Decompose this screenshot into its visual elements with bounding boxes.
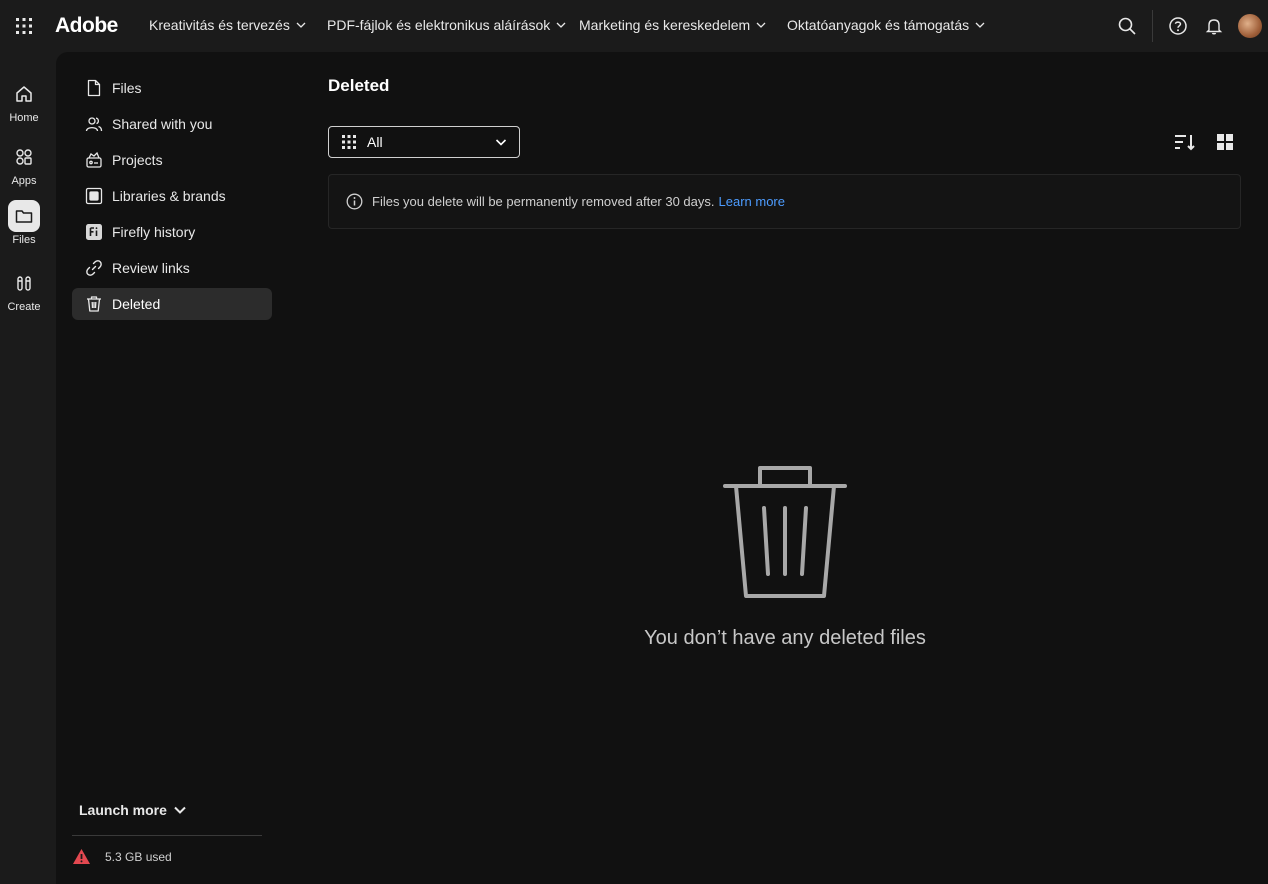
chevron-down-icon	[296, 22, 306, 28]
grid-dots-icon	[342, 135, 356, 149]
chevron-down-icon	[495, 139, 507, 146]
avatar[interactable]	[1238, 14, 1262, 38]
sidebar-item-label: Deleted	[112, 296, 161, 312]
sidebar-item-label: Projects	[112, 152, 163, 168]
large-trash-icon	[723, 466, 847, 598]
sidebar-item-firefly[interactable]: Firefly history	[72, 216, 272, 248]
chevron-down-icon	[556, 22, 566, 28]
sidebar-item-label: Review links	[112, 260, 190, 276]
rail-label: Apps	[11, 175, 37, 187]
sort-button[interactable]	[1174, 131, 1196, 153]
create-icon	[8, 267, 40, 299]
sort-icon	[1175, 135, 1195, 151]
page-title: Deleted	[328, 76, 390, 95]
sidebar-item-projects[interactable]: Projects	[72, 144, 272, 176]
warning-icon	[73, 849, 90, 864]
file-icon	[84, 78, 104, 98]
notice-text: Files you delete will be permanently rem…	[372, 194, 715, 209]
home-icon	[8, 78, 40, 110]
chevron-down-icon	[975, 22, 985, 28]
left-rail: Home Apps Files Create	[0, 52, 56, 884]
nav-oktato[interactable]: Oktatóanyagok és támogatás	[787, 17, 985, 33]
learn-more-link[interactable]: Learn more	[719, 194, 785, 209]
app-switcher-icon[interactable]	[14, 16, 34, 36]
sidebar-item-label: Libraries & brands	[112, 188, 226, 204]
nav-label: Marketing és kereskedelem	[579, 17, 751, 33]
nav-pdf[interactable]: PDF-fájlok és elektronikus aláírások	[327, 17, 566, 33]
type-filter-dropdown[interactable]: All	[328, 126, 520, 158]
search-icon[interactable]	[1117, 16, 1137, 36]
chevron-down-icon	[174, 806, 186, 814]
nav-label: Oktatóanyagok és támogatás	[787, 17, 970, 33]
nav-kreativitas[interactable]: Kreativitás és tervezés	[149, 17, 306, 33]
filter-selected-value: All	[367, 134, 383, 150]
info-icon	[346, 193, 363, 210]
projects-icon	[84, 150, 104, 170]
rail-item-apps[interactable]: Apps	[0, 141, 48, 187]
empty-trash-illustration	[722, 464, 848, 600]
nav-label: PDF-fájlok és elektronikus aláírások	[327, 17, 551, 33]
firefly-icon	[84, 222, 104, 242]
sidebar-divider	[72, 835, 262, 836]
nav-label: Kreativitás és tervezés	[149, 17, 290, 33]
adobe-logo[interactable]: Adobe	[55, 14, 118, 38]
trash-icon	[84, 294, 104, 314]
bell-icon[interactable]	[1204, 16, 1224, 36]
sidebar-item-label: Firefly history	[112, 224, 196, 240]
launch-more-label: Launch more	[79, 802, 167, 818]
users-icon	[84, 114, 104, 134]
rail-item-files[interactable]: Files	[0, 200, 48, 246]
help-icon[interactable]	[1168, 16, 1188, 36]
sidebar-item-label: Shared with you	[112, 116, 213, 132]
rail-item-home[interactable]: Home	[0, 78, 48, 124]
folder-icon	[8, 200, 40, 232]
deletion-notice: Files you delete will be permanently rem…	[328, 174, 1241, 229]
libraries-icon	[84, 186, 104, 206]
nav-marketing[interactable]: Marketing és kereskedelem	[579, 17, 766, 33]
grid-view-icon	[1217, 134, 1233, 150]
sidebar-item-shared[interactable]: Shared with you	[72, 108, 272, 140]
files-sidebar: Files Shared with you Projects Libraries…	[72, 72, 272, 324]
storage-label: 5.3 GB used	[105, 849, 172, 864]
apps-icon	[8, 141, 40, 173]
chevron-down-icon	[756, 22, 766, 28]
sidebar-item-deleted[interactable]: Deleted	[72, 288, 272, 320]
rail-label: Files	[12, 234, 36, 246]
sidebar-item-label: Files	[112, 80, 142, 96]
top-bar: Adobe Kreativitás és tervezés PDF-fájlok…	[0, 0, 1268, 52]
launch-more-button[interactable]: Launch more	[79, 802, 187, 818]
sidebar-item-review-links[interactable]: Review links	[72, 252, 272, 284]
storage-status[interactable]: 5.3 GB used	[72, 848, 172, 865]
rail-label: Create	[7, 301, 41, 313]
link-icon	[84, 258, 104, 278]
top-divider	[1152, 10, 1153, 42]
rail-item-create[interactable]: Create	[0, 267, 48, 313]
empty-state-message: You don’t have any deleted files	[644, 627, 926, 649]
sidebar-item-libraries[interactable]: Libraries & brands	[72, 180, 272, 212]
grid-view-button[interactable]	[1214, 131, 1236, 153]
rail-label: Home	[9, 112, 39, 124]
sidebar-item-files[interactable]: Files	[72, 72, 272, 104]
